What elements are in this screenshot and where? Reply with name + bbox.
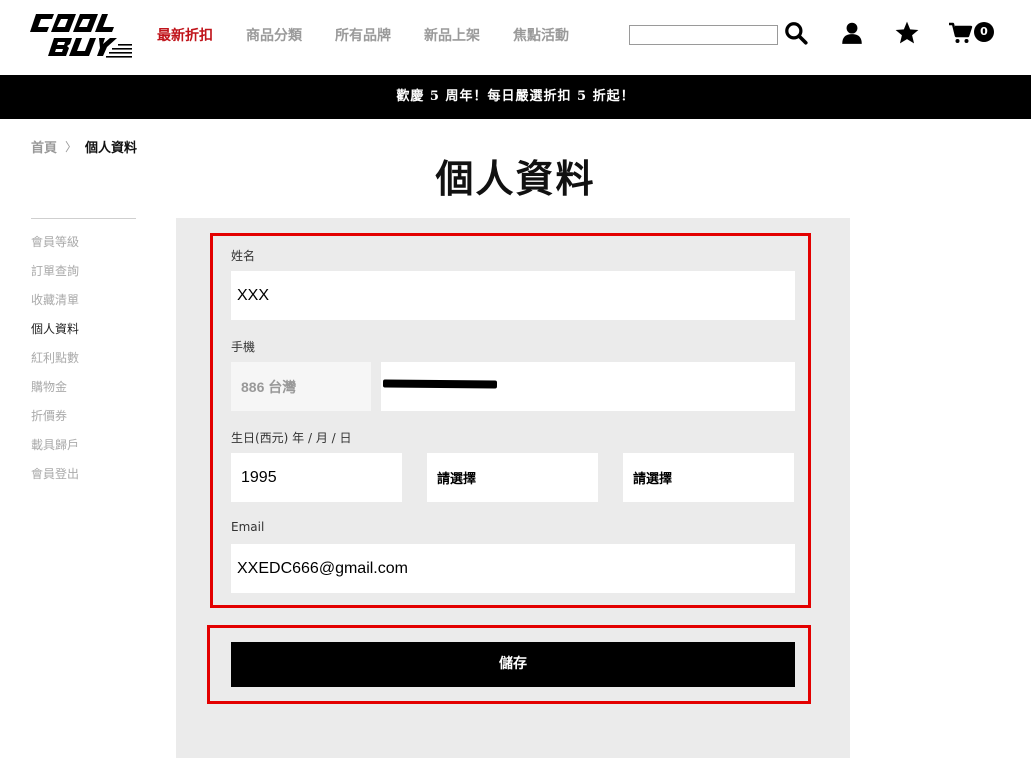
star-icon[interactable] <box>894 20 920 46</box>
sidebar-item-wishlist[interactable]: 收藏清單 <box>31 287 136 316</box>
coolbuy-logo[interactable] <box>30 10 134 60</box>
user-icon[interactable] <box>839 20 865 46</box>
sidebar-item-shopping-credit[interactable]: 購物金 <box>31 374 136 403</box>
main-nav: 最新折扣 商品分類 所有品牌 新品上架 焦點活動 <box>157 25 602 45</box>
sidebar-item-logout[interactable]: 會員登出 <box>31 461 136 490</box>
page-title: 個人資料 <box>435 156 596 201</box>
sidebar-item-carrier[interactable]: 載具歸戶 <box>31 432 136 461</box>
nav-brands[interactable]: 所有品牌 <box>335 25 391 45</box>
form-fields-highlight-box <box>210 233 811 608</box>
sidebar-item-orders[interactable]: 訂單查詢 <box>31 258 136 287</box>
promo-banner[interactable]: 歡慶 5 周年！每日嚴選折扣 5 折起！ <box>0 75 1031 119</box>
sidebar-item-member-level[interactable]: 會員等級 <box>31 229 136 258</box>
cart-icon[interactable] <box>948 20 974 46</box>
sidebar-item-coupons[interactable]: 折價券 <box>31 403 136 432</box>
sidebar-item-profile[interactable]: 個人資料 <box>31 316 136 345</box>
nav-new-arrivals[interactable]: 新品上架 <box>424 25 480 45</box>
save-button-highlight-box <box>207 625 811 704</box>
nav-latest-discount[interactable]: 最新折扣 <box>157 25 213 45</box>
sidebar-item-bonus-points[interactable]: 紅利點數 <box>31 345 136 374</box>
cart-count-badge: 0 <box>974 22 994 42</box>
member-sidebar: 會員等級 訂單查詢 收藏清單 個人資料 紅利點數 購物金 折價券 載具歸戶 會員… <box>31 218 136 490</box>
site-header: 最新折扣 商品分類 所有品牌 新品上架 焦點活動 0 <box>0 0 1031 75</box>
search-input[interactable] <box>629 25 778 45</box>
nav-events[interactable]: 焦點活動 <box>513 25 569 45</box>
nav-categories[interactable]: 商品分類 <box>246 25 302 45</box>
search-icon[interactable] <box>783 20 809 46</box>
